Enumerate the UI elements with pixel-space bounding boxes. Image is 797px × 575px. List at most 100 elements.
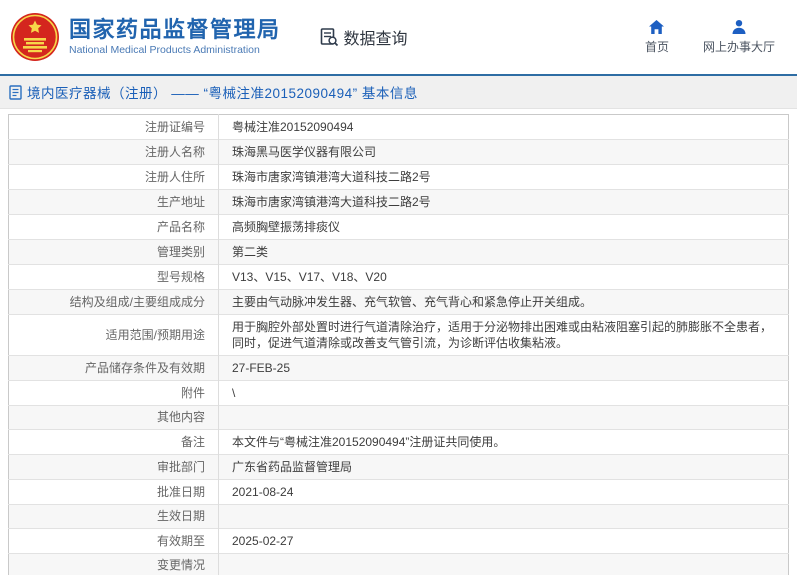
table-row: 适用范围/预期用途 用于胸腔外部处置时进行气道清除治疗，适用于分泌物排出困难或由… xyxy=(9,315,789,356)
row-label-cell: 审批部门 xyxy=(9,455,219,480)
row-label: 其他内容 xyxy=(157,410,205,424)
row-value: 珠海黑马医学仪器有限公司 xyxy=(232,145,376,159)
row-label-cell: 管理类别 xyxy=(9,240,219,265)
table-row: 附件 \ xyxy=(9,381,789,406)
page-header: 国家药品监督管理局 National Medical Products Admi… xyxy=(0,0,797,74)
row-label: 备注 xyxy=(181,435,205,449)
row-label-cell: 生效日期 xyxy=(9,505,219,529)
row-value-cell: 高频胸壁振荡排痰仪 xyxy=(219,215,789,240)
nav-home-label: 首页 xyxy=(645,38,669,55)
row-label: 产品名称 xyxy=(157,220,205,234)
row-value: 2021-08-24 xyxy=(232,485,293,499)
row-value-cell xyxy=(219,554,789,575)
row-value: 珠海市唐家湾镇港湾大道科技二路2号 xyxy=(232,170,431,184)
row-value-cell: 珠海市唐家湾镇港湾大道科技二路2号 xyxy=(219,165,789,190)
user-icon xyxy=(731,19,747,35)
row-value-cell: 粤械注准20152090494 xyxy=(219,115,789,140)
row-label: 审批部门 xyxy=(157,460,205,474)
row-label: 结构及组成/主要组成成分 xyxy=(70,295,205,309)
row-value-cell: 用于胸腔外部处置时进行气道清除治疗，适用于分泌物排出困难或由粘液阻塞引起的肺膨胀… xyxy=(219,315,789,356)
row-value-cell: 珠海黑马医学仪器有限公司 xyxy=(219,140,789,165)
table-row: 备注 本文件与“粤械注准20152090494”注册证共同使用。 xyxy=(9,430,789,455)
row-label-cell: 注册证编号 xyxy=(9,115,219,140)
row-value-cell: 2025-02-27 xyxy=(219,529,789,554)
table-row: 批准日期 2021-08-24 xyxy=(9,480,789,505)
row-label-cell: 注册人名称 xyxy=(9,140,219,165)
row-value: 用于胸腔外部处置时进行气道清除治疗，适用于分泌物排出困难或由粘液阻塞引起的肺膨胀… xyxy=(232,320,772,350)
table-row: 型号规格 V13、V15、V17、V18、V20 xyxy=(9,265,789,290)
row-label: 生产地址 xyxy=(157,195,205,209)
row-label-cell: 备注 xyxy=(9,430,219,455)
row-label-cell: 型号规格 xyxy=(9,265,219,290)
table-row: 审批部门 广东省药品监督管理局 xyxy=(9,455,789,480)
row-value: 珠海市唐家湾镇港湾大道科技二路2号 xyxy=(232,195,431,209)
row-label: 变更情况 xyxy=(157,558,205,572)
table-row: 生效日期 xyxy=(9,505,789,529)
row-label: 管理类别 xyxy=(157,245,205,259)
document-search-icon xyxy=(319,27,339,47)
row-value: 粤械注准20152090494 xyxy=(232,120,353,134)
row-label: 注册人住所 xyxy=(145,170,205,184)
nav-item-home[interactable]: 首页 xyxy=(645,19,669,55)
row-label-cell: 产品名称 xyxy=(9,215,219,240)
row-value: 主要由气动脉冲发生器、充气软管、充气背心和紧急停止开关组成。 xyxy=(232,295,592,309)
row-label-cell: 结构及组成/主要组成成分 xyxy=(9,290,219,315)
header-nav: 首页 网上办事大厅 xyxy=(645,19,783,55)
row-label: 适用范围/预期用途 xyxy=(106,328,205,342)
row-value: 第二类 xyxy=(232,245,268,259)
page-title: 境内医疗器械（注册） —— “粤械注准20152090494” 基本信息 xyxy=(27,82,418,102)
national-emblem-logo xyxy=(10,12,60,62)
row-value: 高频胸壁振荡排痰仪 xyxy=(232,220,340,234)
row-label: 批准日期 xyxy=(157,485,205,499)
row-value-cell: 本文件与“粤械注准20152090494”注册证共同使用。 xyxy=(219,430,789,455)
row-value-cell: 第二类 xyxy=(219,240,789,265)
registration-info-table: 注册证编号 粤械注准20152090494 注册人名称 珠海黑马医学仪器有限公司… xyxy=(8,114,789,575)
row-value: 2025-02-27 xyxy=(232,534,293,548)
row-value-cell xyxy=(219,505,789,529)
row-value-cell: \ xyxy=(219,381,789,406)
nav-service-hall-label: 网上办事大厅 xyxy=(703,38,775,55)
row-label-cell: 变更情况 xyxy=(9,554,219,575)
home-icon xyxy=(648,19,665,35)
row-label-cell: 注册人住所 xyxy=(9,165,219,190)
row-value-cell: 27-FEB-25 xyxy=(219,356,789,381)
row-label-cell: 有效期至 xyxy=(9,529,219,554)
row-label: 生效日期 xyxy=(157,509,205,523)
row-value: 广东省药品监督管理局 xyxy=(232,460,352,474)
org-names: 国家药品监督管理局 National Medical Products Admi… xyxy=(69,17,281,58)
row-value: 本文件与“粤械注准20152090494”注册证共同使用。 xyxy=(232,435,505,449)
row-value-cell: 广东省药品监督管理局 xyxy=(219,455,789,480)
row-label: 有效期至 xyxy=(157,534,205,548)
table-row: 注册人住所 珠海市唐家湾镇港湾大道科技二路2号 xyxy=(9,165,789,190)
row-label: 产品储存条件及有效期 xyxy=(85,361,205,375)
org-name-en: National Medical Products Administration xyxy=(69,43,281,58)
row-label-cell: 适用范围/预期用途 xyxy=(9,315,219,356)
table-row: 有效期至 2025-02-27 xyxy=(9,529,789,554)
data-query-title: 数据查询 xyxy=(319,25,408,49)
row-value-cell: 主要由气动脉冲发生器、充气软管、充气背心和紧急停止开关组成。 xyxy=(219,290,789,315)
table-row: 变更情况 xyxy=(9,554,789,575)
document-icon xyxy=(9,85,22,100)
row-label-cell: 附件 xyxy=(9,381,219,406)
org-name-cn: 国家药品监督管理局 xyxy=(69,17,281,43)
row-value-cell: 珠海市唐家湾镇港湾大道科技二路2号 xyxy=(219,190,789,215)
row-label: 注册证编号 xyxy=(145,120,205,134)
row-label: 附件 xyxy=(181,386,205,400)
breadcrumb-bar: 境内医疗器械（注册） —— “粤械注准20152090494” 基本信息 xyxy=(0,76,797,109)
row-label-cell: 产品储存条件及有效期 xyxy=(9,356,219,381)
table-row: 产品名称 高频胸壁振荡排痰仪 xyxy=(9,215,789,240)
row-label: 注册人名称 xyxy=(145,145,205,159)
table-row: 注册人名称 珠海黑马医学仪器有限公司 xyxy=(9,140,789,165)
row-value-cell: V13、V15、V17、V18、V20 xyxy=(219,265,789,290)
table-row: 结构及组成/主要组成成分 主要由气动脉冲发生器、充气软管、充气背心和紧急停止开关… xyxy=(9,290,789,315)
row-value: 27-FEB-25 xyxy=(232,361,290,375)
row-value-cell xyxy=(219,406,789,430)
table-row: 其他内容 xyxy=(9,406,789,430)
table-row: 管理类别 第二类 xyxy=(9,240,789,265)
table-row: 产品储存条件及有效期 27-FEB-25 xyxy=(9,356,789,381)
row-label-cell: 生产地址 xyxy=(9,190,219,215)
logo-block: 国家药品监督管理局 National Medical Products Admi… xyxy=(10,12,281,62)
nav-item-service-hall[interactable]: 网上办事大厅 xyxy=(703,19,775,55)
info-table-body: 注册证编号 粤械注准20152090494 注册人名称 珠海黑马医学仪器有限公司… xyxy=(9,115,789,575)
data-query-label: 数据查询 xyxy=(344,25,408,49)
